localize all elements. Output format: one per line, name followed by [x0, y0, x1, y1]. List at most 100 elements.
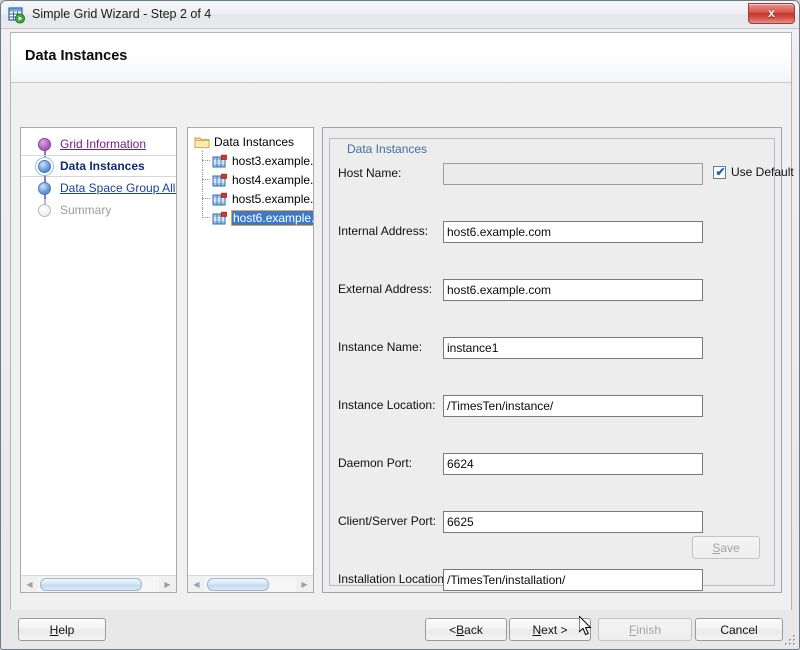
- sidebar-item-data-instances[interactable]: Data Instances: [21, 155, 176, 178]
- cancel-suffix: Cancel: [720, 622, 758, 637]
- sidebar-item-summary: Summary: [21, 199, 176, 221]
- sidebar-item-grid-information[interactable]: Grid Information: [21, 133, 176, 155]
- tree-elbow: [202, 217, 210, 218]
- body-area: Grid Information Data Instances Data Spa…: [11, 84, 794, 610]
- sidebar-item-label: Summary: [60, 203, 112, 217]
- sidebar-item-label: Data Instances: [60, 159, 145, 173]
- field-row-internal-address: Internal Address:: [330, 221, 776, 243]
- group-box: Data Instances Host Name: ✔ Use Default …: [329, 138, 794, 591]
- next-mnemonic: N: [532, 622, 542, 637]
- field-row-client-server-port: Client/Server Port:: [330, 511, 776, 533]
- window-title: Simple Grid Wizard - Step 2 of 4: [32, 7, 212, 21]
- internal-address-field[interactable]: [443, 221, 703, 243]
- grid-run-icon: [8, 6, 26, 24]
- save-button-suffix: ave: [720, 540, 740, 555]
- finish-mnemonic: F: [628, 622, 637, 637]
- finish-suffix: inish: [636, 622, 662, 637]
- tree-root-node[interactable]: Data Instances: [188, 132, 313, 151]
- help-button[interactable]: Help: [18, 618, 106, 641]
- help-mnemonic: H: [49, 622, 59, 637]
- list-item[interactable]: host3.example.c: [188, 151, 313, 170]
- list-item-label: host6.example.c: [230, 209, 313, 226]
- folder-icon: [194, 135, 210, 149]
- help-suffix: elp: [58, 622, 75, 637]
- form-panel: Data Instances Host Name: ✔ Use Default …: [322, 127, 794, 593]
- tree-panel: Data Instances host3.example.c host4.exa…: [187, 127, 314, 593]
- close-icon: x: [768, 6, 775, 20]
- tree-panel-hscrollbar[interactable]: ◀ ▶: [188, 575, 313, 592]
- daemon-port-field[interactable]: [443, 453, 703, 475]
- step-bullet-pending-icon: [38, 181, 51, 195]
- field-row-instance-name: Instance Name:: [330, 337, 776, 359]
- page-header: Data Instances: [11, 33, 791, 83]
- instance-name-field[interactable]: [443, 337, 703, 359]
- scroll-track[interactable]: [205, 576, 296, 592]
- client-server-port-field[interactable]: [443, 511, 703, 533]
- list-item-label: host3.example.c: [232, 153, 313, 168]
- internal-address-label: Internal Address:: [338, 224, 429, 238]
- step-bullet-current-icon: [38, 159, 51, 173]
- check-icon: ✔: [715, 164, 726, 179]
- host-grid-icon: [212, 192, 228, 206]
- tree-elbow: [202, 179, 210, 180]
- checkbox-box[interactable]: ✔: [713, 164, 726, 179]
- scroll-thumb[interactable]: [40, 577, 142, 591]
- step-bullet-disabled-icon: [38, 203, 51, 217]
- title-bar: Simple Grid Wizard - Step 2 of 4 x: [1, 1, 799, 29]
- close-button[interactable]: x: [748, 3, 795, 24]
- steps-list: Grid Information Data Instances Data Spa…: [21, 133, 176, 221]
- finish-button[interactable]: Finish: [598, 618, 692, 641]
- list-item-label: host4.example.c: [232, 172, 313, 187]
- tree-elbow: [202, 160, 210, 161]
- save-button-mnemonic: S: [712, 540, 721, 555]
- host-grid-icon: [212, 154, 228, 168]
- scroll-left-icon[interactable]: ◀: [188, 577, 205, 592]
- external-address-label: External Address:: [338, 282, 433, 296]
- next-button[interactable]: Next >: [509, 618, 591, 641]
- scroll-thumb[interactable]: [207, 577, 269, 591]
- footer-button-bar: Help < Back Next > Finish Cancel: [1, 610, 799, 649]
- sidebar-item-data-space-group-allocation[interactable]: Data Space Group Alloca: [21, 177, 176, 199]
- field-row-host-name: Host Name: ✔ Use Default: [330, 163, 794, 185]
- tree-content: Data Instances host3.example.c host4.exa…: [188, 132, 313, 572]
- wizard-window: Simple Grid Wizard - Step 2 of 4 x Data …: [0, 0, 800, 650]
- resize-grip-icon[interactable]: [783, 633, 797, 647]
- list-item[interactable]: host5.example.c: [188, 189, 313, 208]
- use-default-checkbox[interactable]: ✔ Use Default: [713, 165, 794, 179]
- save-button[interactable]: Save: [692, 536, 760, 559]
- scroll-left-icon[interactable]: ◀: [21, 577, 38, 592]
- host-grid-icon: [212, 211, 228, 225]
- field-row-instance-location: Instance Location:: [330, 395, 776, 417]
- installation-location-label: Installation Location:: [338, 572, 448, 586]
- steps-panel-hscrollbar[interactable]: ◀ ▶: [21, 575, 176, 592]
- scroll-right-icon[interactable]: ▶: [296, 577, 313, 592]
- list-item-selected[interactable]: host6.example.c: [188, 208, 313, 227]
- tree-root-label: Data Instances: [214, 134, 295, 149]
- scroll-right-icon[interactable]: ▶: [159, 577, 176, 592]
- page-title: Data Instances: [25, 48, 128, 64]
- host-name-label: Host Name:: [338, 166, 402, 180]
- back-suffix: ack: [464, 622, 483, 637]
- group-box-label: Data Instances: [343, 142, 432, 156]
- daemon-port-label: Daemon Port:: [338, 456, 413, 470]
- list-item[interactable]: host4.example.c: [188, 170, 313, 189]
- installation-location-field[interactable]: [443, 569, 703, 591]
- field-row-daemon-port: Daemon Port:: [330, 453, 776, 475]
- instance-location-field[interactable]: [443, 395, 703, 417]
- scroll-track[interactable]: [38, 576, 159, 592]
- step-bullet-visited-icon: [38, 137, 51, 151]
- host-name-field[interactable]: [443, 163, 703, 185]
- steps-panel: Grid Information Data Instances Data Spa…: [20, 127, 177, 593]
- sidebar-item-label: Grid Information: [60, 137, 147, 151]
- back-prefix: <: [449, 622, 457, 637]
- external-address-field[interactable]: [443, 279, 703, 301]
- use-default-label: Use Default: [731, 165, 794, 179]
- client-server-port-label: Client/Server Port:: [338, 514, 437, 528]
- host-grid-icon: [212, 173, 228, 187]
- back-button[interactable]: < Back: [425, 618, 507, 641]
- instance-location-label: Instance Location:: [338, 398, 436, 412]
- back-mnemonic: B: [456, 622, 465, 637]
- cancel-button[interactable]: Cancel: [695, 618, 783, 641]
- instance-name-label: Instance Name:: [338, 340, 423, 354]
- content-card: Data Instances Grid Information Data Ins…: [10, 32, 794, 610]
